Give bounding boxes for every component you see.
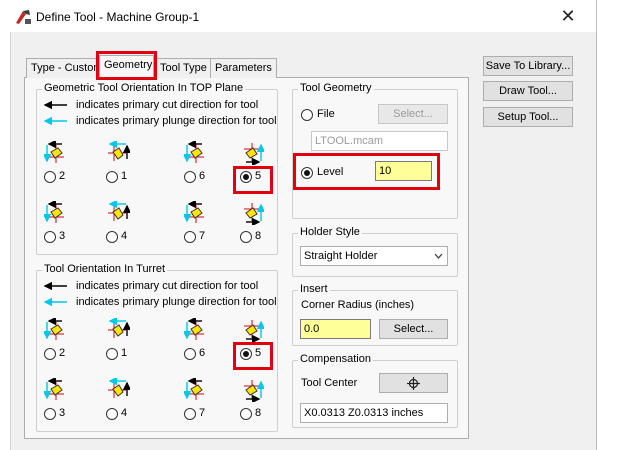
orientation-1-radio[interactable] xyxy=(106,348,118,360)
cut-direction-legend-icon xyxy=(43,282,67,290)
holder-style-title: Holder Style xyxy=(298,226,362,238)
legend-plunge-text: indicates primary plunge direction for t… xyxy=(76,115,277,127)
plunge-direction-legend-icon xyxy=(43,117,67,125)
orientation-6-radio[interactable] xyxy=(184,348,196,360)
corner-radius-field[interactable]: 0.0 xyxy=(300,319,371,339)
tool-orientation-3-icon xyxy=(42,376,68,402)
tool-orientation-8-icon xyxy=(240,201,266,227)
tool-orientation-7-icon xyxy=(182,376,208,402)
tool-center-button[interactable] xyxy=(379,373,448,393)
orientation-6-label: 6 xyxy=(199,170,206,182)
crosshair-icon xyxy=(407,377,420,390)
tool-orientation-5-icon xyxy=(240,141,266,167)
tab-parameters[interactable]: Parameters xyxy=(210,58,277,78)
file-radio[interactable] xyxy=(301,109,313,121)
orientation-8-label: 8 xyxy=(255,407,262,419)
window-title: Define Tool - Machine Group-1 xyxy=(36,10,200,24)
orientation-1-label: 1 xyxy=(121,170,128,182)
draw-tool-button[interactable]: Draw Tool... xyxy=(483,81,573,101)
tool-orientation-7-icon xyxy=(182,199,208,225)
orientation-7-label: 7 xyxy=(199,230,206,242)
window-left-edge xyxy=(0,32,10,450)
close-icon[interactable]: ✕ xyxy=(556,4,580,28)
geometric-option-5-highlight xyxy=(233,166,273,194)
orientation-8-label: 8 xyxy=(255,230,262,242)
orientation-1-radio[interactable] xyxy=(106,171,118,183)
plunge-direction-legend-icon xyxy=(43,298,67,306)
orientation-8-radio[interactable] xyxy=(240,231,252,243)
orientation-6-radio[interactable] xyxy=(184,171,196,183)
geometry-tab-highlight xyxy=(96,51,157,80)
legend-cut-text: indicates primary cut direction for tool xyxy=(76,280,259,292)
compensation-offset-field[interactable]: X0.0313 Z0.0313 inches xyxy=(300,403,448,423)
tool-orientation-4-icon xyxy=(106,376,132,402)
tool-orientation-5-icon xyxy=(240,318,266,344)
window-right-margin xyxy=(596,0,624,450)
orientation-2-label: 2 xyxy=(59,347,66,359)
geometry-select-button[interactable]: Select... xyxy=(378,104,448,124)
orientation-2-radio[interactable] xyxy=(44,348,56,360)
orientation-2-radio[interactable] xyxy=(44,171,56,183)
tool-orientation-3-icon xyxy=(42,199,68,225)
orientation-7-radio[interactable] xyxy=(184,408,196,420)
orientation-4-radio[interactable] xyxy=(106,408,118,420)
orientation-7-radio[interactable] xyxy=(184,231,196,243)
orientation-6-label: 6 xyxy=(199,347,206,359)
tool-orientation-2-icon xyxy=(42,316,68,342)
window-border xyxy=(596,0,597,450)
legend-cut-text: indicates primary cut direction for tool xyxy=(76,99,259,111)
orientation-4-radio[interactable] xyxy=(106,231,118,243)
tab-tool-type[interactable]: Tool Type xyxy=(155,58,212,78)
setup-tool-button[interactable]: Setup Tool... xyxy=(483,107,573,127)
insert-title: Insert xyxy=(298,283,330,295)
orientation-4-label: 4 xyxy=(121,230,128,242)
holder-style-value: Straight Holder xyxy=(304,250,378,262)
turret-option-5-highlight xyxy=(233,342,273,370)
orientation-2-label: 2 xyxy=(59,170,66,182)
holder-style-select[interactable]: Straight Holder xyxy=(300,246,448,266)
tool-orientation-6-icon xyxy=(182,316,208,342)
geometric-orientation-title: Geometric Tool Orientation In TOP Plane xyxy=(42,82,246,94)
level-highlight xyxy=(293,153,440,190)
file-radio-label: File xyxy=(317,108,335,120)
tool-orientation-1-icon xyxy=(106,316,132,342)
orientation-3-radio[interactable] xyxy=(44,408,56,420)
cut-direction-legend-icon xyxy=(43,101,67,109)
legend-plunge-text: indicates primary plunge direction for t… xyxy=(76,296,277,308)
tool-orientation-2-icon xyxy=(42,139,68,165)
orientation-3-label: 3 xyxy=(59,230,66,242)
compensation-title: Compensation xyxy=(298,353,373,365)
tool-orientation-1-icon xyxy=(106,139,132,165)
orientation-8-radio[interactable] xyxy=(240,408,252,420)
title-bar: Define Tool - Machine Group-1 xyxy=(0,0,596,32)
define-tool-icon xyxy=(16,10,31,24)
save-to-library-button[interactable]: Save To Library... xyxy=(483,56,573,76)
orientation-1-label: 1 xyxy=(121,347,128,359)
tool-center-label: Tool Center xyxy=(301,377,358,389)
turret-orientation-title: Tool Orientation In Turret xyxy=(42,263,168,275)
tool-orientation-8-icon xyxy=(240,378,266,404)
insert-select-button[interactable]: Select... xyxy=(379,319,448,339)
tool-geometry-title: Tool Geometry xyxy=(298,82,374,94)
corner-radius-label: Corner Radius (inches) xyxy=(301,299,415,311)
tool-file-field[interactable]: LTOOL.mcam xyxy=(311,131,448,151)
tool-orientation-6-icon xyxy=(182,139,208,165)
orientation-3-radio[interactable] xyxy=(44,231,56,243)
orientation-4-label: 4 xyxy=(121,407,128,419)
orientation-7-label: 7 xyxy=(199,407,206,419)
orientation-3-label: 3 xyxy=(59,407,66,419)
chevron-down-icon xyxy=(434,253,443,259)
tool-orientation-4-icon xyxy=(106,199,132,225)
